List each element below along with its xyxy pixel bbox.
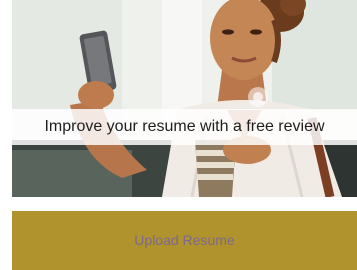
promo-headline: Improve your resume with a free review <box>44 118 325 135</box>
woman-with-phone-image <box>12 0 357 197</box>
upload-resume-button[interactable]: Upload Resume <box>12 211 357 270</box>
resume-promo-card: Improve your resume with a free review U… <box>0 0 357 270</box>
hero-photo: Improve your resume with a free review <box>12 0 357 197</box>
